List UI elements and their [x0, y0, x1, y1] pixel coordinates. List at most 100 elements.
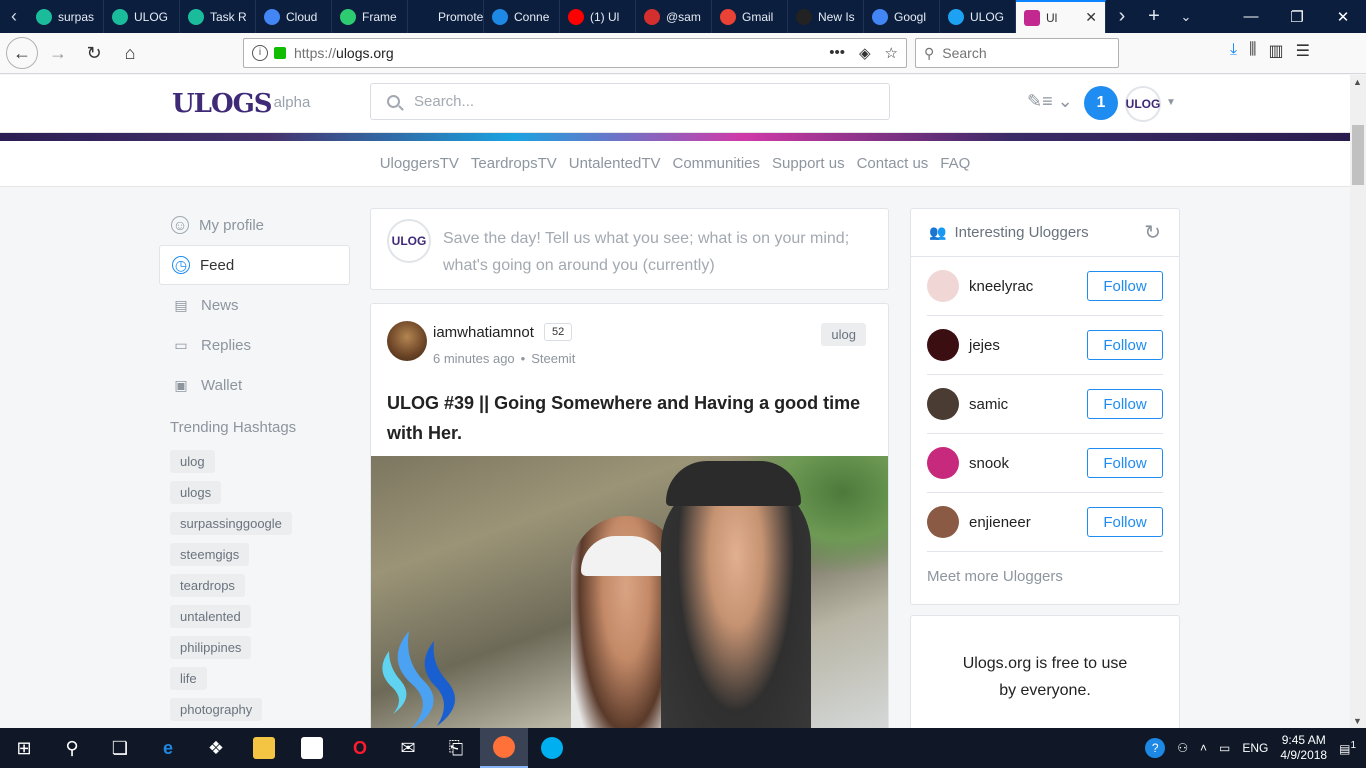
url-bar[interactable]: i https://ulogs.org ••• ◈ ☆ — [243, 38, 907, 68]
ulogger-avatar[interactable] — [927, 329, 959, 361]
battery-icon[interactable]: ▭ — [1219, 741, 1230, 755]
mail-icon[interactable]: ✉ — [384, 728, 432, 768]
ulogger-name[interactable]: samic — [969, 396, 1008, 413]
ulogger-avatar[interactable] — [927, 270, 959, 302]
avatar-caret-icon[interactable]: ▼ — [1166, 97, 1176, 108]
user-avatar[interactable]: ULOG — [1125, 86, 1161, 122]
hashtag-teardrops[interactable]: teardrops — [170, 574, 245, 597]
bookmark-star-icon[interactable]: ☆ — [885, 44, 898, 62]
browser-tab[interactable]: ULOG — [104, 0, 180, 33]
file-explorer-icon[interactable] — [240, 728, 288, 768]
taskbar-search-icon[interactable]: ⚲ — [48, 728, 96, 768]
hashtag-surpassinggoogle[interactable]: surpassinggoogle — [170, 512, 292, 535]
site-info-icon[interactable]: i — [252, 45, 268, 61]
follow-button[interactable]: Follow — [1087, 271, 1163, 301]
task-view-icon[interactable]: ❏ — [96, 728, 144, 768]
help-icon[interactable]: ? — [1145, 738, 1166, 758]
tab-close-icon[interactable]: ✕ — [1085, 9, 1097, 26]
follow-button[interactable]: Follow — [1087, 389, 1163, 419]
page-actions-icon[interactable]: ••• — [829, 44, 845, 62]
write-post-icon[interactable]: ✎≡ ⌄ — [1027, 91, 1073, 112]
sidebar-item-news[interactable]: ▤ News — [159, 285, 350, 325]
nav-contact-us[interactable]: Contact us — [857, 155, 929, 172]
close-window-icon[interactable]: ✕ — [1320, 8, 1366, 26]
nav-teardropstv[interactable]: TeardropsTV — [471, 155, 557, 172]
nav-uloggerstv[interactable]: UloggersTV — [380, 155, 459, 172]
nav-communities[interactable]: Communities — [673, 155, 761, 172]
post-composer[interactable]: ULOG Save the day! Tell us what you see;… — [370, 208, 889, 290]
post-time[interactable]: 6 minutes ago — [433, 351, 515, 366]
taskbar-clock[interactable]: 9:45 AM 4/9/2018 — [1280, 733, 1327, 763]
sidebar-item-replies[interactable]: ▭ Replies — [159, 325, 350, 365]
meet-more-uloggers-link[interactable]: Meet more Uloggers — [927, 568, 1179, 585]
ulogger-name[interactable]: enjieneer — [969, 514, 1031, 531]
browser-tab[interactable]: Promote y — [408, 0, 484, 33]
edge-icon[interactable]: e — [144, 728, 192, 768]
composer-placeholder[interactable]: Save the day! Tell us what you see; what… — [443, 225, 863, 279]
nav-untalentedtv[interactable]: UntalentedTV — [569, 155, 661, 172]
hashtag-ulog[interactable]: ulog — [170, 450, 215, 473]
dropbox-icon[interactable]: ❖ — [192, 728, 240, 768]
ulogger-avatar[interactable] — [927, 447, 959, 479]
sidebar-toggle-icon[interactable]: ▥ — [1268, 41, 1283, 61]
browser-tab[interactable]: Conne — [484, 0, 560, 33]
new-tab-icon[interactable]: + — [1138, 5, 1170, 28]
tray-chevron-icon[interactable]: ˄ — [1200, 741, 1207, 755]
hashtag-steemgigs[interactable]: steemgigs — [170, 543, 250, 566]
browser-tab[interactable]: ULOG — [940, 0, 1016, 33]
library-icon[interactable]: ⫼ — [1249, 41, 1256, 61]
tab-scroll-left-icon[interactable]: ‹ — [0, 0, 28, 33]
download-icon[interactable]: ⤓ — [1230, 41, 1237, 61]
site-logo[interactable]: ULOGS alpha — [172, 89, 310, 119]
opera-icon[interactable]: O — [336, 728, 384, 768]
network-app-icon[interactable]: ⎗ — [432, 728, 480, 768]
browser-tab[interactable]: Googl — [864, 0, 940, 33]
action-center-icon[interactable]: ▤1 — [1339, 740, 1356, 756]
post-title[interactable]: ULOG #39 || Going Somewhere and Having a… — [387, 388, 877, 448]
windows-start-icon[interactable]: ⊞ — [0, 728, 48, 768]
post-image[interactable] — [371, 456, 888, 728]
follow-button[interactable]: Follow — [1087, 330, 1163, 360]
ulogger-avatar[interactable] — [927, 506, 959, 538]
people-tray-icon[interactable]: ⚇ — [1177, 741, 1188, 755]
site-search-input[interactable]: Search... — [370, 83, 890, 120]
browser-tab[interactable]: Cloud — [256, 0, 332, 33]
refresh-icon[interactable]: ↻ — [1144, 220, 1161, 245]
restore-icon[interactable]: ❐ — [1274, 8, 1320, 26]
post-author-avatar[interactable] — [387, 321, 427, 361]
pocket-icon[interactable]: ◈ — [859, 44, 871, 62]
sidebar-item-my-profile[interactable]: ☺ My profile — [159, 205, 350, 245]
browser-tab[interactable]: @sam — [636, 0, 712, 33]
tab-active[interactable]: Ul ✕ — [1016, 0, 1106, 33]
scroll-up-icon[interactable]: ▲ — [1353, 77, 1362, 87]
browser-search-input[interactable]: ⚲ Search — [915, 38, 1119, 68]
back-arrow-icon[interactable]: ← — [6, 37, 38, 69]
scroll-down-icon[interactable]: ▼ — [1353, 716, 1362, 726]
ulogger-name[interactable]: kneelyrac — [969, 278, 1033, 295]
ulogger-name[interactable]: jejes — [969, 337, 1000, 354]
browser-tab[interactable]: Task R — [180, 0, 256, 33]
follow-button[interactable]: Follow — [1087, 507, 1163, 537]
page-scrollbar[interactable]: ▲ ▼ — [1350, 75, 1366, 728]
browser-tab[interactable]: (1) Ul — [560, 0, 636, 33]
reload-icon[interactable]: ↻ — [78, 37, 110, 69]
firefox-icon[interactable] — [480, 728, 528, 768]
minimize-icon[interactable]: — — [1228, 8, 1274, 26]
store-icon[interactable] — [288, 728, 336, 768]
hashtag-ulogs[interactable]: ulogs — [170, 481, 222, 504]
scrollbar-thumb[interactable] — [1352, 125, 1364, 185]
ulogger-avatar[interactable] — [927, 388, 959, 420]
tab-list-chevron-icon[interactable]: ⌄ — [1170, 9, 1202, 25]
forward-arrow-icon[interactable]: → — [42, 37, 74, 69]
browser-tab[interactable]: Gmail — [712, 0, 788, 33]
sidebar-item-wallet[interactable]: ▣ Wallet — [159, 365, 350, 405]
hashtag-life[interactable]: life — [170, 667, 207, 690]
sidebar-item-feed[interactable]: ◷ Feed — [159, 245, 350, 285]
skype-icon[interactable] — [528, 728, 576, 768]
hashtag-photography[interactable]: photography — [170, 698, 263, 721]
post-tag[interactable]: ulog — [821, 323, 866, 346]
post-author-name[interactable]: iamwhatiamnot — [433, 324, 534, 341]
tab-scroll-right-icon[interactable]: › — [1106, 5, 1138, 28]
lock-icon[interactable] — [274, 47, 286, 59]
hashtag-philippines[interactable]: philippines — [170, 636, 252, 659]
